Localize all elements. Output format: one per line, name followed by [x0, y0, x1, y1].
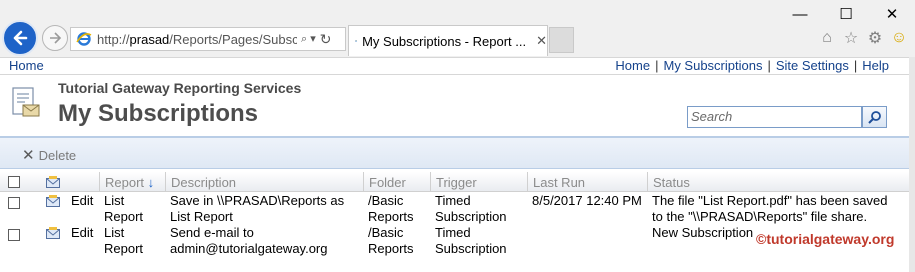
- back-button[interactable]: [2, 20, 38, 56]
- column-header-last-run[interactable]: Last Run: [527, 172, 647, 192]
- refresh-icon[interactable]: ↻: [320, 31, 332, 48]
- maximize-button[interactable]: ☐: [823, 0, 869, 28]
- site-name: Tutorial Gateway Reporting Services: [58, 80, 302, 96]
- breadcrumb-home-link[interactable]: Home: [9, 58, 44, 74]
- subscriptions-page-icon: [12, 87, 40, 117]
- folder-line: /Basic: [368, 225, 404, 240]
- close-window-button[interactable]: ✕: [869, 0, 915, 28]
- folder-cell: /Basic Reports: [368, 193, 414, 225]
- browser-toolbar-icons: ⌂ ☆ ⚙ ☺: [817, 28, 909, 48]
- tab-title: My Subscriptions - Report ...: [362, 33, 527, 49]
- close-tab-icon[interactable]: ✕: [536, 33, 547, 49]
- delete-button[interactable]: ✕ Delete: [22, 146, 76, 164]
- row-checkbox[interactable]: [8, 229, 20, 241]
- nav-my-subscriptions-link[interactable]: My Subscriptions: [663, 58, 762, 73]
- window-controls: — ☐ ✕: [777, 0, 915, 28]
- column-header-folder[interactable]: Folder: [363, 172, 430, 192]
- subscriptions-toolbar: ✕ Delete: [0, 136, 909, 169]
- report-name-line: List: [104, 193, 125, 208]
- url-path: /Reports/Pages/Subscri: [169, 31, 297, 47]
- trigger-line: Timed: [435, 225, 471, 240]
- page-header: Tutorial Gateway Reporting Services My S…: [0, 76, 909, 136]
- trigger-cell: Timed Subscription: [435, 193, 507, 225]
- minimize-button[interactable]: —: [777, 0, 823, 28]
- search-button[interactable]: [862, 106, 887, 128]
- nav-site-settings-link[interactable]: Site Settings: [776, 58, 849, 73]
- delete-x-icon: ✕: [22, 147, 35, 164]
- report-name-link[interactable]: List Report: [104, 225, 143, 257]
- home-icon[interactable]: ⌂: [817, 28, 837, 48]
- nav-separator: |: [853, 58, 858, 73]
- sort-down-icon: ↓: [147, 175, 155, 190]
- page-title: My Subscriptions: [58, 100, 259, 127]
- ie-tab-icon: [355, 40, 358, 42]
- column-header-description[interactable]: Description: [165, 172, 363, 192]
- description-cell: Save in \\PRASAD\Reports as List Report: [170, 193, 344, 225]
- url-host: prasad: [129, 31, 170, 47]
- report-name-link[interactable]: List Report: [104, 193, 143, 225]
- description-line: Save in \\PRASAD\Reports as: [170, 193, 345, 208]
- search-input[interactable]: Search: [687, 106, 862, 128]
- search-dropdown-icon[interactable]: ⌕ ▾: [301, 32, 316, 46]
- table-header: Report ↓ Description Folder Trigger Last…: [0, 172, 909, 192]
- last-run-cell: 8/5/2017 12:40 PM: [532, 193, 642, 208]
- url-scheme: http://: [97, 31, 130, 47]
- status-cell: The file "List Report.pdf" has been save…: [652, 193, 887, 225]
- column-header-status[interactable]: Status: [647, 172, 909, 192]
- forward-button[interactable]: [42, 25, 68, 51]
- gear-icon[interactable]: ⚙: [865, 28, 885, 48]
- delete-label: Delete: [38, 147, 77, 163]
- description-line: admin@tutorialgateway.org: [170, 241, 328, 256]
- nav-separator: |: [655, 58, 659, 73]
- report-name-line: Report: [104, 241, 144, 256]
- column-header-trigger[interactable]: Trigger: [430, 172, 527, 192]
- favorites-star-icon[interactable]: ☆: [841, 28, 861, 48]
- search-icon: [867, 111, 881, 124]
- back-arrow-icon: [13, 30, 28, 46]
- description-line: Send e-mail to: [170, 225, 254, 240]
- watermark: ©tutorialgateway.org: [756, 231, 895, 247]
- forward-arrow-icon: [50, 32, 62, 44]
- table-row: Edit List Report Save in \\PRASAD\Reports…: [0, 193, 909, 225]
- folder-line: Reports: [368, 241, 414, 256]
- select-all-checkbox[interactable]: [8, 176, 20, 188]
- column-label-report: Report: [105, 175, 145, 190]
- browser-chrome: — ☐ ✕ http://prasad/Reports/Pages/Subscr…: [0, 0, 915, 57]
- status-cell: New Subscription: [652, 225, 754, 240]
- trigger-cell: Timed Subscription: [435, 225, 507, 257]
- envelope-header-icon: [46, 176, 60, 188]
- subscription-envelope-icon: [46, 227, 60, 239]
- folder-line: /Basic: [368, 193, 404, 208]
- nav-separator: |: [767, 58, 771, 73]
- trigger-line: Timed: [435, 193, 471, 208]
- smiley-feedback-icon[interactable]: ☺: [889, 28, 909, 48]
- folder-cell: /Basic Reports: [368, 225, 414, 257]
- top-nav-bar: Home Home | My Subscriptions | Site Settings…: [0, 57, 915, 75]
- global-nav-links: Home | My Subscriptions | Site Settings | Help: [615, 58, 889, 74]
- trigger-line: Subscription: [435, 209, 507, 224]
- report-name-line: Report: [104, 209, 144, 224]
- vertical-scrollbar[interactable]: [909, 57, 915, 272]
- column-header-report[interactable]: Report ↓: [99, 172, 165, 192]
- nav-home-link[interactable]: Home: [615, 58, 650, 73]
- description-line: List Report: [170, 209, 233, 224]
- subscription-envelope-icon: [46, 195, 60, 207]
- address-bar[interactable]: http://prasad/Reports/Pages/Subscri ⌕ ▾ …: [70, 27, 346, 51]
- ie-page-icon: [76, 32, 92, 46]
- description-cell: Send e-mail to admin@tutorialgateway.org: [170, 225, 327, 257]
- address-url[interactable]: http://prasad/Reports/Pages/Subscri: [97, 32, 297, 47]
- status-line: The file "List Report.pdf" has been save…: [652, 193, 888, 208]
- nav-help-link[interactable]: Help: [862, 58, 889, 73]
- folder-line: Reports: [368, 209, 414, 224]
- browser-tab-active[interactable]: My Subscriptions - Report ... ✕: [348, 25, 548, 56]
- trigger-line: Subscription: [435, 241, 507, 256]
- edit-link[interactable]: Edit: [71, 193, 93, 209]
- row-checkbox[interactable]: [8, 197, 20, 209]
- status-line: to the "\\PRASAD\Reports" file share.: [652, 209, 868, 224]
- new-tab-button[interactable]: [549, 27, 574, 53]
- edit-link[interactable]: Edit: [71, 225, 93, 241]
- report-name-line: List: [104, 225, 125, 240]
